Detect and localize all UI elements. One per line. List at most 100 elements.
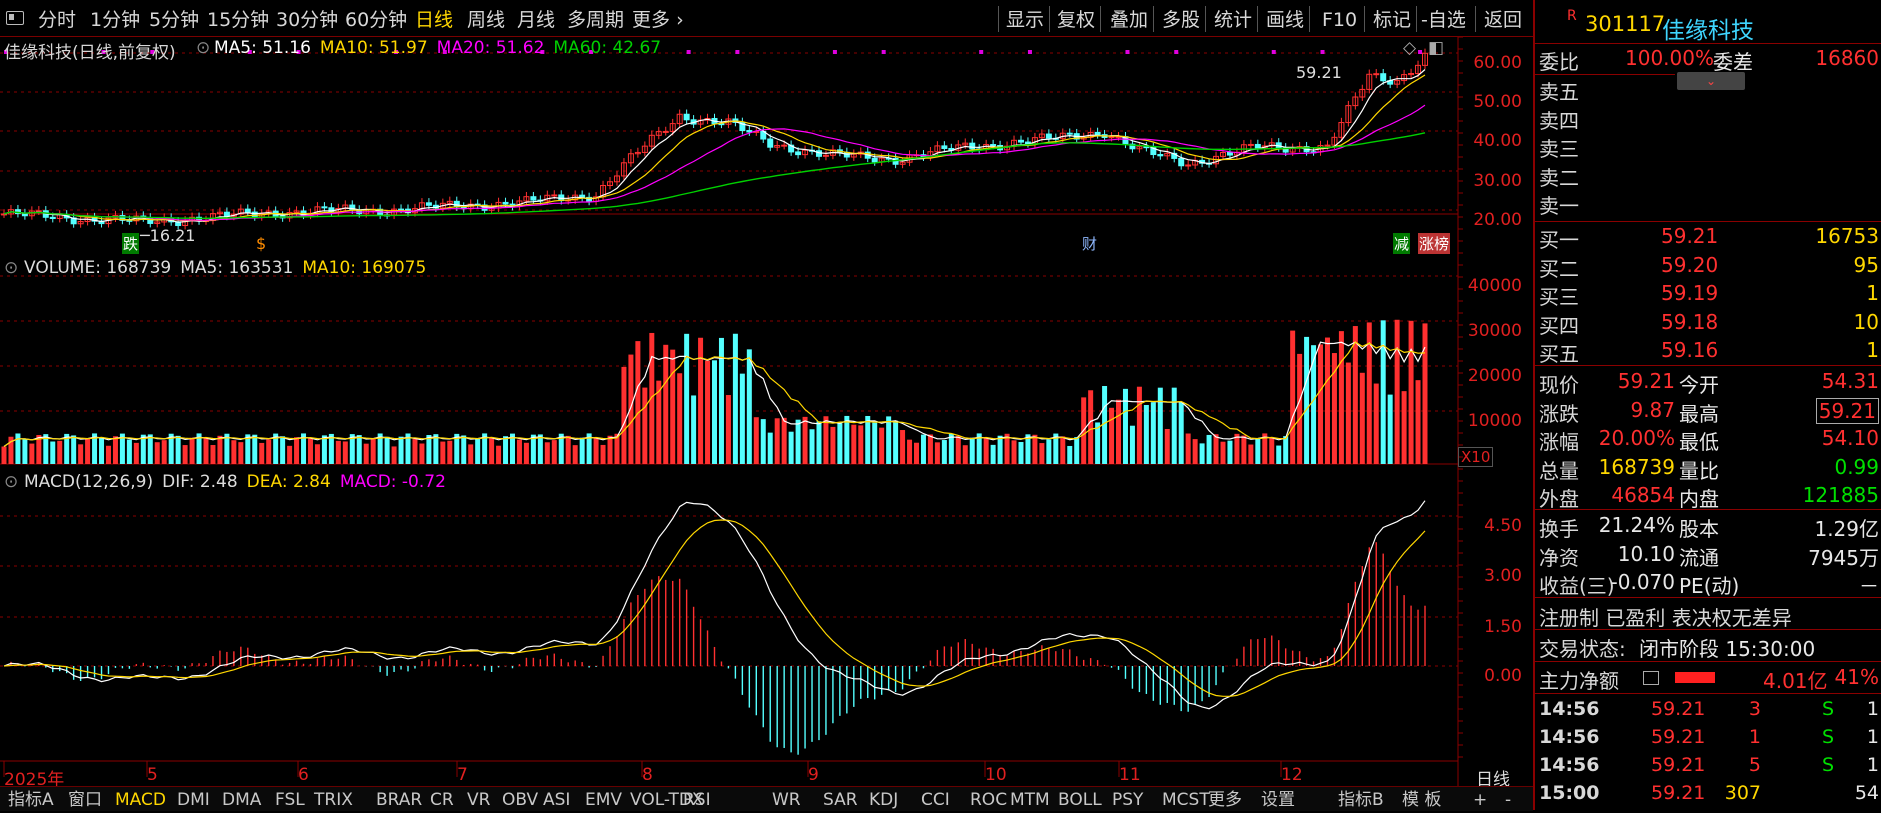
- stats-button[interactable]: 统计: [1214, 0, 1252, 36]
- volume-bar: [1241, 435, 1247, 464]
- indicator-mcst[interactable]: MCST: [1162, 787, 1210, 813]
- indicator-boll[interactable]: BOLL: [1058, 787, 1102, 813]
- volume-bar: [802, 416, 808, 464]
- volume-bar: [71, 435, 77, 464]
- indicator-fsl[interactable]: FSL: [275, 787, 305, 813]
- bid-label: 买四: [1539, 313, 1579, 338]
- bid-price: 59.19: [1661, 281, 1719, 305]
- remove-watchlist-button[interactable]: -自选: [1421, 0, 1466, 36]
- indicator-asi[interactable]: ASI: [543, 787, 570, 813]
- tab-monthly[interactable]: 月线: [517, 0, 555, 36]
- volume-bar: [872, 422, 878, 464]
- indicator-bar: 指标A 窗口 MACD DMI DMA FSL TRIX BRAR CR VR OBV ASI EMV V…: [0, 786, 1533, 811]
- stock-name[interactable]: 佳缘科技: [1662, 11, 1754, 45]
- event-badge-limit-list[interactable]: 涨榜: [1418, 233, 1451, 254]
- multi-stock-button[interactable]: 多股: [1162, 0, 1200, 36]
- volume-bar: [384, 436, 390, 464]
- kline-chart[interactable]: [0, 37, 1533, 786]
- overlay-button[interactable]: 叠加: [1110, 0, 1148, 36]
- indicator-a[interactable]: 指标A: [8, 787, 54, 813]
- volume-bar: [412, 438, 418, 464]
- stat-row: 外盘 46854 内盘 121885: [1535, 483, 1881, 511]
- indicator-item-25[interactable]: 设置: [1261, 787, 1295, 813]
- display-button[interactable]: 显示: [1006, 0, 1044, 36]
- tab-15min[interactable]: 15分钟: [207, 0, 269, 36]
- volume-bar: [391, 446, 397, 464]
- tab-daily[interactable]: 日线: [415, 0, 453, 36]
- volume-bar: [705, 360, 711, 464]
- volume-bar: [907, 439, 913, 464]
- indicator-obv[interactable]: OBV: [502, 787, 538, 813]
- indicator-macd[interactable]: MACD: [115, 787, 166, 813]
- volume-bar: [551, 440, 557, 464]
- mark-button[interactable]: 标记: [1373, 0, 1411, 36]
- volume-bar: [1199, 443, 1205, 464]
- volume-dropdown-icon[interactable]: ⊙: [4, 258, 18, 278]
- draw-line-button[interactable]: 画线: [1266, 0, 1304, 36]
- tab-fenshi[interactable]: 分时: [38, 0, 76, 36]
- macd-dropdown-icon[interactable]: ⊙: [4, 472, 18, 492]
- stat-value-2: 7945万: [1808, 545, 1879, 570]
- adjust-button[interactable]: 复权: [1057, 0, 1095, 36]
- volume-bar: [307, 438, 313, 464]
- event-badge-finance[interactable]: 财: [1082, 233, 1097, 254]
- indicator-trix[interactable]: TRIX: [314, 787, 353, 813]
- volume-bar: [725, 395, 731, 464]
- ma60-label: MA60: 42.67: [553, 38, 662, 58]
- volume-bar: [154, 442, 160, 464]
- tick-time: 14:56: [1539, 698, 1600, 720]
- indicator-right-0[interactable]: 指标B: [1338, 787, 1384, 813]
- indicator-kdj[interactable]: KDJ: [869, 787, 898, 813]
- tab-weekly[interactable]: 周线: [467, 0, 505, 36]
- candle: [1066, 132, 1073, 135]
- tab-1min[interactable]: 1分钟: [90, 0, 140, 36]
- indicator-sar[interactable]: SAR: [823, 787, 858, 813]
- tab-more[interactable]: 更多 ›: [632, 0, 684, 36]
- indicator-item-24[interactable]: 更多: [1208, 787, 1242, 813]
- tab-60min[interactable]: 60分钟: [345, 0, 407, 36]
- indicator-cr[interactable]: CR: [430, 787, 454, 813]
- indicator-mtm[interactable]: MTM: [1010, 787, 1050, 813]
- main-net-label: 主力净额: [1539, 669, 1619, 693]
- ask-label: 卖三: [1539, 137, 1579, 161]
- indicator-vr[interactable]: VR: [467, 787, 490, 813]
- indicator-psy[interactable]: PSY: [1112, 787, 1143, 813]
- period-toolbar: 分时 1分钟 5分钟 15分钟 30分钟 60分钟 日线 周线 月线 多周期 更…: [0, 0, 1533, 37]
- indicator-right-2[interactable]: +: [1473, 787, 1487, 813]
- back-button[interactable]: 返回: [1484, 0, 1522, 36]
- quote-panel: R 301117 佳缘科技 委比 100.00% 委差 16860 ⌄ 注册制 …: [1533, 0, 1881, 810]
- indicator-dma[interactable]: DMA: [222, 787, 261, 813]
- f10-button[interactable]: F10: [1322, 0, 1357, 36]
- tab-5min[interactable]: 5分钟: [149, 0, 199, 36]
- window-toggle-icon[interactable]: [6, 11, 24, 25]
- indicator-emv[interactable]: EMV: [585, 787, 622, 813]
- event-badge-reduce[interactable]: 减: [1393, 233, 1411, 254]
- list-icon[interactable]: [1643, 671, 1659, 685]
- diamond-icon[interactable]: ◇: [1403, 38, 1416, 58]
- volume-bar: [523, 442, 529, 464]
- indicator-wr[interactable]: WR: [772, 787, 801, 813]
- indicator-cci[interactable]: CCI: [921, 787, 950, 813]
- tab-multi-period[interactable]: 多周期: [567, 0, 624, 36]
- indicator-roc[interactable]: ROC: [970, 787, 1007, 813]
- indicator-item-1[interactable]: 窗口: [68, 787, 102, 813]
- stock-tags: 注册制 已盈利 表决权无差异: [1539, 606, 1792, 630]
- volume-bar: [983, 437, 989, 464]
- price-axis-40: 40.00: [1473, 131, 1522, 151]
- ask-row: 卖三: [1535, 133, 1881, 161]
- event-badge-fall[interactable]: 跌: [122, 233, 140, 254]
- indicator-right-1[interactable]: 模 板: [1402, 787, 1441, 813]
- dropdown-icon[interactable]: ⊙: [196, 38, 210, 58]
- indicator-right-3[interactable]: -: [1505, 787, 1511, 813]
- tab-30min[interactable]: 30分钟: [276, 0, 338, 36]
- indicator-brar[interactable]: BRAR: [376, 787, 422, 813]
- ma20-label: MA20: 51.62: [436, 38, 545, 58]
- macd-axis-150: 1.50: [1484, 617, 1522, 637]
- stat-row: 收益(三) -0.070 PE(动) －: [1535, 570, 1881, 598]
- volume-bar: [565, 435, 571, 464]
- volume-bar: [1408, 320, 1414, 464]
- indicator-rsi[interactable]: RSI: [683, 787, 711, 813]
- indicator-dmi[interactable]: DMI: [177, 787, 210, 813]
- dividend-icon[interactable]: $: [256, 234, 266, 253]
- volume-bar: [1227, 440, 1233, 464]
